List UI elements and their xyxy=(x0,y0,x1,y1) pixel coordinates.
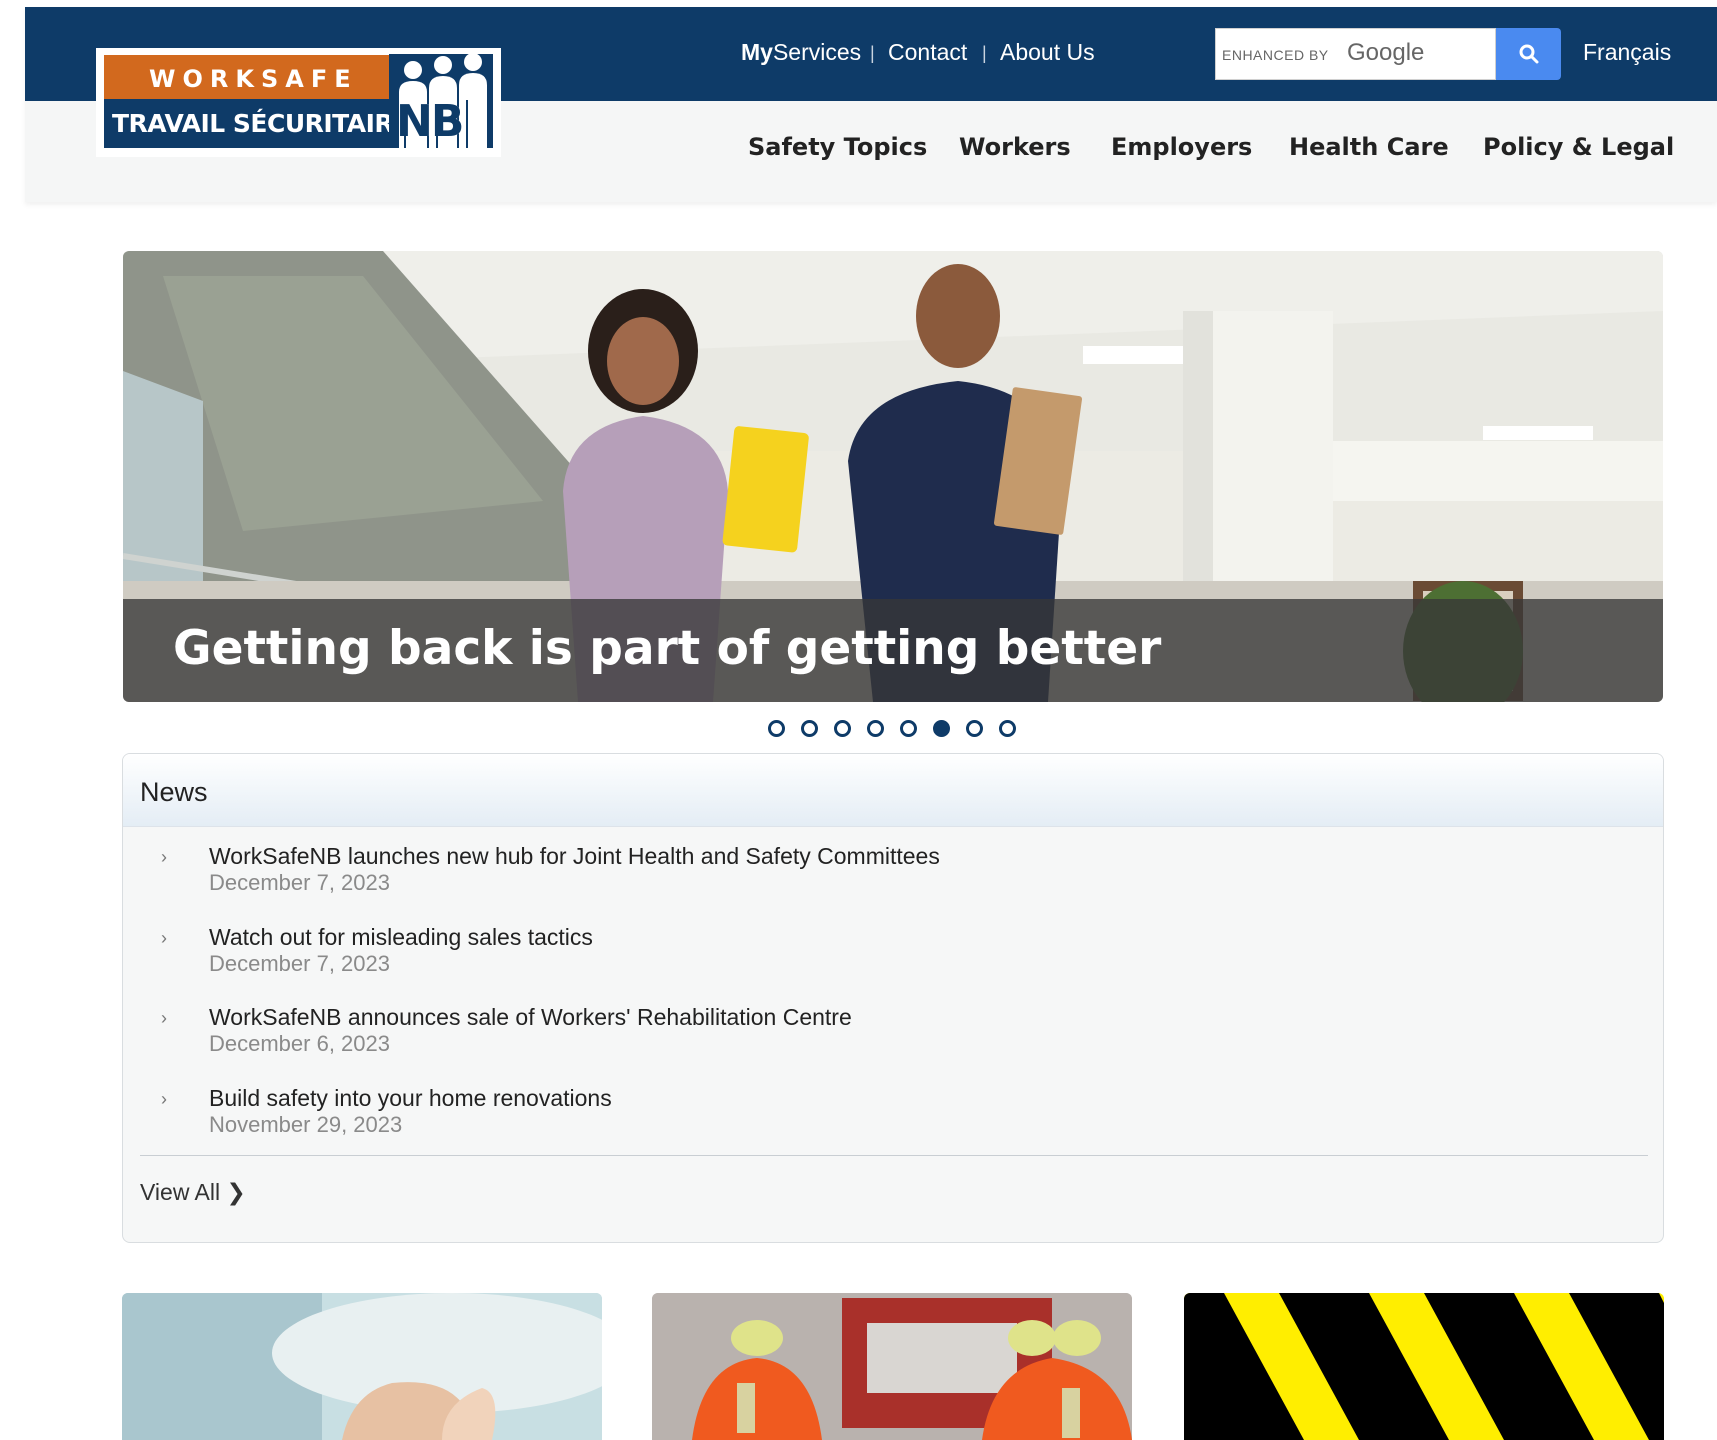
tile-photo-hands xyxy=(122,1293,602,1440)
search-box[interactable]: ENHANCED BY Google xyxy=(1215,28,1496,80)
news-item-date: November 29, 2023 xyxy=(209,1112,403,1137)
language-toggle-link[interactable]: Français xyxy=(1583,39,1671,66)
news-item-title[interactable]: WorkSafeNB announces sale of Workers' Re… xyxy=(209,1004,852,1031)
chevron-right-icon: ❯ xyxy=(226,1179,246,1205)
chevron-right-icon: › xyxy=(161,847,167,867)
myservices-rest: Services xyxy=(772,39,862,65)
carousel-dot-2[interactable] xyxy=(801,720,818,737)
news-panel: News › WorkSafeNB launches new hub for J… xyxy=(122,753,1664,1243)
nav-health-care[interactable]: Health Care xyxy=(1289,133,1449,161)
chevron-right-icon: › xyxy=(161,1008,167,1028)
logo-orange-band: WORKSAFE xyxy=(104,55,389,99)
logo-bottom-text: TRAVAIL SÉCURITAIRE xyxy=(112,109,410,138)
carousel-dot-6-active[interactable] xyxy=(933,720,950,737)
news-item-title[interactable]: Watch out for misleading sales tactics xyxy=(209,924,593,951)
carousel-dot-4[interactable] xyxy=(867,720,884,737)
worksafenb-logo[interactable]: WORKSAFE TRAVAIL SÉCURITAIRE NB xyxy=(96,48,501,157)
carousel-dot-8[interactable] xyxy=(999,720,1016,737)
nav-workers[interactable]: Workers xyxy=(959,133,1071,161)
news-item-date: December 6, 2023 xyxy=(209,1031,390,1056)
chevron-right-icon: › xyxy=(161,1089,167,1109)
nav-employers[interactable]: Employers xyxy=(1111,133,1252,161)
nav-safety-topics[interactable]: Safety Topics xyxy=(748,133,927,161)
tile-photo-firefighters xyxy=(652,1293,1132,1440)
news-item-title[interactable]: Build safety into your home renovations xyxy=(209,1085,612,1112)
site-header: WORKSAFE TRAVAIL SÉCURITAIRE NB MyServic… xyxy=(25,7,1717,202)
carousel-dot-5[interactable] xyxy=(900,720,917,737)
news-heading: News xyxy=(140,777,208,807)
hero-carousel[interactable]: Getting back is part of getting better xyxy=(123,251,1663,702)
search-icon xyxy=(1519,44,1538,64)
chevron-right-icon: › xyxy=(161,928,167,948)
view-all-label: View All xyxy=(140,1179,221,1205)
utility-separator: | xyxy=(982,43,987,63)
about-us-link[interactable]: About Us xyxy=(1000,39,1095,66)
nav-policy-legal[interactable]: Policy & Legal xyxy=(1483,133,1674,161)
search-button[interactable] xyxy=(1496,28,1561,80)
news-item-date: December 7, 2023 xyxy=(209,951,390,976)
news-item-title[interactable]: WorkSafeNB launches new hub for Joint He… xyxy=(209,843,940,870)
hero-caption: Getting back is part of getting better xyxy=(173,621,1162,676)
logo-top-text: WORKSAFE xyxy=(149,65,358,93)
view-all-news-link[interactable]: View All ❯ xyxy=(140,1179,246,1206)
hero-caption-bar: Getting back is part of getting better xyxy=(123,599,1663,702)
news-header: News xyxy=(123,754,1663,827)
myservices-link[interactable]: MyServices xyxy=(741,39,861,66)
contact-link[interactable]: Contact xyxy=(888,39,967,66)
feature-tile-hazard-stripes[interactable] xyxy=(1184,1293,1664,1440)
myservices-strong: My xyxy=(741,39,773,65)
utility-separator: | xyxy=(870,43,875,63)
news-item-date: December 7, 2023 xyxy=(209,870,390,895)
news-divider xyxy=(140,1155,1648,1156)
tile-hazard-stripes xyxy=(1184,1293,1664,1440)
logo-nb-text: NB xyxy=(396,96,464,147)
search-input[interactable] xyxy=(1216,29,1495,79)
carousel-dot-3[interactable] xyxy=(834,720,851,737)
carousel-dot-1[interactable] xyxy=(768,720,785,737)
carousel-dot-7[interactable] xyxy=(966,720,983,737)
feature-tile-firefighters[interactable] xyxy=(652,1293,1132,1440)
feature-tile-hands[interactable] xyxy=(122,1293,602,1440)
